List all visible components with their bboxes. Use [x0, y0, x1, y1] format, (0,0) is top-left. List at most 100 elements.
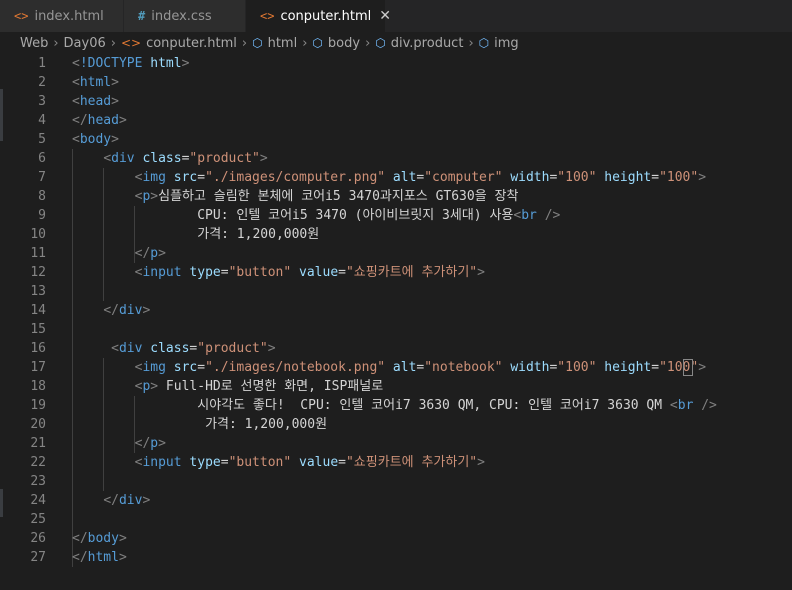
breadcrumb-item-day06[interactable]: Day06 [64, 36, 106, 51]
editor-tab-bar: <> index.html # index.css <> conputer.ht… [0, 0, 792, 32]
code-token: > [181, 56, 190, 71]
code-line[interactable]: 13 [0, 282, 792, 301]
code-editor[interactable]: 1 <!DOCTYPE html> 2 <html> 3 <head> 4 </head> 5 <… [0, 54, 792, 590]
code-token: type [189, 455, 221, 470]
code-line[interactable]: 12 <input type="button" value="쇼핑카트에 추가하… [0, 263, 792, 282]
line-number: 7 [38, 170, 46, 185]
code-token: /> [544, 208, 561, 223]
code-token: img [142, 170, 174, 185]
line-number: 8 [38, 189, 46, 204]
code-token: "쇼핑카트에 추가하기" [345, 455, 478, 470]
code-token: < [72, 56, 80, 71]
code-line[interactable]: 11 </p> [0, 244, 792, 263]
line-number: 1 [38, 56, 46, 71]
code-text: <input type="button" value="쇼핑카트에 추가하기"> [72, 263, 485, 282]
tab-index-css[interactable]: # index.css [124, 0, 246, 32]
line-number: 17 [30, 360, 46, 375]
code-text: <img src="./images/computer.png" alt="co… [72, 168, 706, 187]
code-line[interactable]: 19 시야각도 좋다! CPU: 인텔 코어i7 3630 QM, CPU: 인… [0, 396, 792, 415]
symbol-element-icon: ⬡ [312, 36, 323, 50]
breadcrumb-item-body[interactable]: body [328, 36, 360, 51]
code-line[interactable]: 18 <p> Full-HD로 선명한 화면, ISP패널로 [0, 377, 792, 396]
code-token: src [173, 170, 198, 185]
code-token: 시야각도 좋다! CPU: 인텔 코어i7 3630 QM, CPU: 인텔 코… [197, 398, 670, 413]
code-token: html [150, 56, 182, 71]
tab-conputer-html[interactable]: <> conputer.html ✕ [246, 0, 391, 32]
code-token: "100" [557, 170, 605, 185]
code-token: > [158, 246, 166, 261]
code-line[interactable]: 21 </p> [0, 434, 792, 453]
code-line[interactable]: 22 <input type="button" value="쇼핑카트에 추가하… [0, 453, 792, 472]
code-line[interactable]: 15 [0, 320, 792, 339]
line-number: 27 [30, 550, 46, 565]
code-line[interactable]: 23 [0, 472, 792, 491]
breadcrumb-item-html[interactable]: html [268, 36, 298, 51]
chevron-right-icon: › [241, 35, 248, 51]
code-token: </ [103, 493, 119, 508]
breadcrumb-item-img[interactable]: img [494, 36, 519, 51]
code-token: </ [103, 303, 119, 318]
breadcrumb-item-div-product[interactable]: div.product [391, 36, 464, 51]
line-number: 13 [30, 284, 46, 299]
chevron-right-icon: › [110, 35, 116, 51]
code-line[interactable]: 2 <html> [0, 73, 792, 92]
code-token: > [267, 341, 276, 356]
code-line[interactable]: 27 </html> [0, 548, 792, 567]
code-token: > [142, 493, 151, 508]
code-line[interactable]: 14 </div> [0, 301, 792, 320]
code-token: < [103, 151, 112, 166]
code-text: 가격: 1,200,000원 [72, 225, 319, 244]
code-token: > [150, 189, 159, 204]
code-line[interactable]: 9 CPU: 인텔 코어i5 3470 (아이비브릿지 3세대) 사용<br /… [0, 206, 792, 225]
code-token: Full-HD로 선명한 화면, ISP패널로 [158, 379, 384, 394]
code-line[interactable]: 24 </div> [0, 491, 792, 510]
code-token: </ [72, 531, 88, 546]
breadcrumb-item-file[interactable]: conputer.html [146, 36, 237, 51]
code-line[interactable]: 4 </head> [0, 111, 792, 130]
code-line[interactable]: 20 가격: 1,200,000원 [0, 415, 792, 434]
code-text: <!DOCTYPE html> [72, 54, 189, 73]
code-line[interactable]: 25 [0, 510, 792, 529]
code-token: </ [134, 436, 151, 451]
code-line[interactable]: 3 <head> [0, 92, 792, 111]
code-token: "쇼핑카트에 추가하기" [345, 265, 478, 280]
code-token: < [72, 75, 80, 90]
code-token: < [72, 94, 80, 109]
close-icon[interactable]: ✕ [379, 8, 391, 24]
code-token: value [299, 265, 339, 280]
code-line[interactable]: 5 <body> [0, 130, 792, 149]
code-token: img [142, 360, 174, 375]
code-token: input [142, 455, 190, 470]
chevron-right-icon: › [302, 35, 308, 51]
code-token: alt [392, 170, 417, 185]
code-token: > [111, 132, 119, 147]
code-token: 가격: 1,200,000원 [197, 227, 320, 242]
tab-index-html[interactable]: <> index.html [0, 0, 124, 32]
tab-label: index.html [34, 8, 104, 24]
code-line[interactable]: 17 <img src="./images/notebook.png" alt=… [0, 358, 792, 377]
breadcrumb-item-web[interactable]: Web [20, 36, 48, 51]
code-token: src [173, 360, 198, 375]
code-token: body [79, 132, 112, 147]
code-line[interactable]: 16 <div class="product"> [0, 339, 792, 358]
line-number: 21 [30, 436, 46, 451]
code-line[interactable]: 7 <img src="./images/computer.png" alt="… [0, 168, 792, 187]
code-line[interactable]: 1 <!DOCTYPE html> [0, 54, 792, 73]
code-token: "notebook" [424, 360, 511, 375]
code-token: height [604, 360, 652, 375]
code-token: = [197, 170, 206, 185]
code-line[interactable]: 10 가격: 1,200,000원 [0, 225, 792, 244]
code-token: > [150, 379, 159, 394]
code-token: > [111, 94, 119, 109]
line-number: 26 [30, 531, 46, 546]
code-line[interactable]: 26 </body> [0, 529, 792, 548]
code-token: = [651, 360, 660, 375]
code-line[interactable]: 8 <p>심플하고 슬림한 본체에 코어i5 3470과지포스 GT630을 장… [0, 187, 792, 206]
code-line[interactable]: 6 <div class="product"> [0, 149, 792, 168]
code-token: br [521, 208, 545, 223]
code-token: </ [134, 246, 151, 261]
